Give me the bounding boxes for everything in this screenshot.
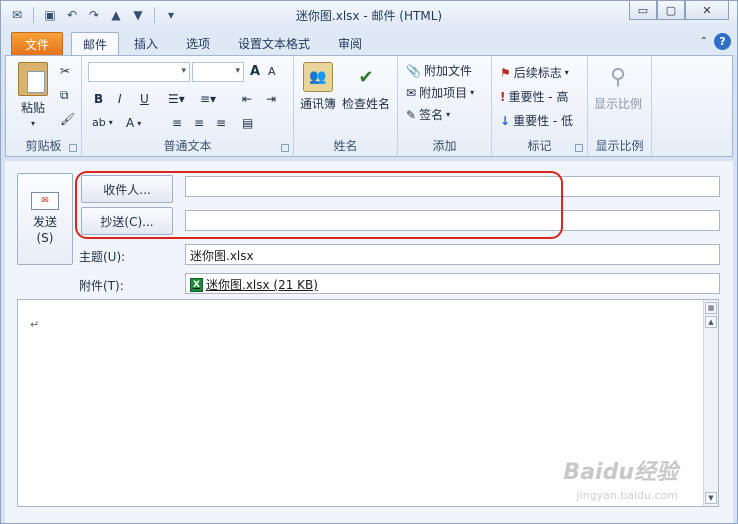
grow-font-button[interactable]: A: [250, 64, 260, 79]
group-tags: ⚑ 后续标志 ▾ ! 重要性 - 高 ↓ 重要性 - 低 标记: [492, 56, 588, 156]
title-bar: ✉ ▣ ↶ ↷ ▲ ▼ ▾ 迷你图.xlsx - 邮件 (HTML) ▭ ▢ ✕: [1, 1, 737, 29]
check-names-icon: ✔: [358, 66, 374, 88]
copy-icon[interactable]: ⧉: [60, 88, 69, 103]
font-color-button[interactable]: A ▾: [126, 116, 141, 130]
font-name-combo[interactable]: ▾: [88, 62, 190, 82]
justify-icon[interactable]: ▤: [242, 116, 253, 130]
highlight-annotation: [75, 171, 563, 239]
scroll-down-icon[interactable]: ▼: [705, 492, 717, 504]
tab-insert[interactable]: 插入: [125, 32, 167, 55]
group-names: 👥 通讯簿 ✔ 检查姓名 姓名: [294, 56, 398, 156]
bullets-icon[interactable]: ☰▾: [168, 92, 185, 106]
attach-file-button[interactable]: 📎 附加文件: [406, 62, 472, 79]
font-size-combo[interactable]: ▾: [192, 62, 244, 82]
clipboard-icon: [18, 62, 48, 96]
magnifier-icon: ⚲: [609, 64, 627, 90]
message-body[interactable]: ↵ ▦ ▲ ▼ Baidu经验 jingyan.baidu.com: [17, 299, 719, 507]
increase-indent-icon[interactable]: ⇥: [266, 92, 276, 106]
close-button[interactable]: ✕: [685, 1, 729, 20]
exclamation-icon: !: [500, 89, 506, 104]
subject-label: 主题(U):: [79, 250, 126, 264]
attachment-field: X 迷你图.xlsx (21 KB): [185, 273, 720, 294]
dialog-launcher-icon[interactable]: [575, 144, 583, 152]
tab-format-text[interactable]: 设置文本格式: [229, 32, 319, 55]
window-title: 迷你图.xlsx - 邮件 (HTML): [295, 9, 443, 23]
group-label-tags: 标记: [527, 139, 552, 153]
group-basic-text: ▾ ▾ A A B I U ☰▾ ≡▾ ⇤ ⇥ ab ▾ A ▾ ≡ ≡ ≡ ▤ 普…: [82, 56, 294, 156]
ribbon-tabs: 文件 邮件 插入 选项 设置文本格式 审阅 ⌃ ?: [1, 29, 737, 55]
shrink-font-button[interactable]: A: [268, 65, 276, 78]
group-label-names: 姓名: [333, 139, 358, 153]
flag-icon: ⚑: [500, 65, 511, 80]
format-painter-icon[interactable]: 🖌: [60, 112, 75, 126]
attachment-item[interactable]: X 迷你图.xlsx (21 KB): [190, 276, 715, 293]
align-right-icon[interactable]: ≡: [216, 116, 226, 130]
group-zoom: ⚲ 显示比例 显示比例: [588, 56, 652, 156]
paragraph-mark: ↵: [30, 318, 40, 331]
send-envelope-icon: ✉: [31, 192, 59, 210]
chevron-down-icon: ▾: [30, 119, 35, 128]
dialog-launcher-icon[interactable]: [69, 144, 77, 152]
group-label-basic-text: 普通文本: [163, 139, 212, 153]
numbering-icon[interactable]: ≡▾: [200, 92, 216, 106]
watermark-url: jingyan.baidu.com: [576, 489, 678, 502]
group-include: 📎 附加文件 ✉ 附加项目 ▾ ✎ 签名 ▾ 添加: [398, 56, 492, 156]
scroll-up-icon[interactable]: ▲: [705, 316, 717, 328]
minimize-button[interactable]: ▭: [629, 1, 657, 20]
bold-button[interactable]: B: [94, 92, 103, 106]
help-icon[interactable]: ?: [714, 33, 731, 50]
send-button[interactable]: ✉ 发送 (S): [17, 173, 73, 265]
decrease-indent-icon[interactable]: ⇤: [242, 92, 252, 106]
high-importance-button[interactable]: ! 重要性 - 高: [500, 88, 568, 105]
ruler-toggle-icon[interactable]: ▦: [705, 302, 717, 314]
align-left-icon[interactable]: ≡: [172, 116, 182, 130]
italic-button[interactable]: I: [118, 92, 122, 106]
highlight-button[interactable]: ab ▾: [92, 116, 113, 129]
signature-icon: ✎: [406, 107, 417, 122]
ribbon: 粘贴 ▾ ✂ ⧉ 🖌 剪贴板 ▾ ▾ A A B I U ☰▾ ≡▾ ⇤ ⇥ a…: [5, 55, 733, 157]
group-label-zoom: 显示比例: [595, 139, 644, 153]
zoom-button[interactable]: ⚲ 显示比例: [594, 62, 642, 112]
down-arrow-icon: ↓: [500, 113, 511, 128]
message-form: ✉ 发送 (S) 收件人... 抄送(C)... 主题(U): 迷你图.xlsx …: [5, 161, 733, 523]
follow-up-button[interactable]: ⚑ 后续标志 ▾: [500, 64, 569, 81]
envelope-icon: ✉: [406, 85, 417, 100]
outlook-window: ✉ ▣ ↶ ↷ ▲ ▼ ▾ 迷你图.xlsx - 邮件 (HTML) ▭ ▢ ✕…: [0, 0, 738, 524]
signature-button[interactable]: ✎ 签名 ▾: [406, 106, 450, 123]
watermark: Baidu经验: [563, 460, 678, 485]
vertical-scrollbar[interactable]: ▦ ▲ ▼: [703, 300, 718, 506]
dialog-launcher-icon[interactable]: [281, 144, 289, 152]
paperclip-icon: 📎: [406, 63, 421, 78]
align-center-icon[interactable]: ≡: [194, 116, 204, 130]
address-book-icon: 👥: [303, 62, 333, 92]
address-book-button[interactable]: 👥 通讯簿: [300, 62, 336, 112]
attachment-label: 附件(T):: [79, 279, 124, 293]
cut-icon[interactable]: ✂: [60, 64, 70, 78]
underline-button[interactable]: U: [140, 92, 149, 106]
check-names-button[interactable]: ✔ 检查姓名: [342, 62, 390, 112]
group-clipboard: 粘贴 ▾ ✂ ⧉ 🖌 剪贴板: [6, 56, 82, 156]
attach-item-button[interactable]: ✉ 附加项目 ▾: [406, 84, 474, 101]
tab-file[interactable]: 文件: [11, 32, 63, 55]
paste-button[interactable]: 粘贴 ▾: [18, 62, 48, 128]
collapse-ribbon-icon[interactable]: ⌃: [700, 36, 708, 47]
window-controls: ▭ ▢ ✕: [629, 1, 729, 20]
group-label-include: 添加: [432, 139, 457, 153]
subject-field[interactable]: 迷你图.xlsx: [185, 244, 720, 265]
low-importance-button[interactable]: ↓ 重要性 - 低: [500, 112, 573, 129]
excel-file-icon: X: [190, 277, 203, 292]
tab-options[interactable]: 选项: [177, 32, 219, 55]
maximize-button[interactable]: ▢: [657, 1, 685, 20]
tab-review[interactable]: 审阅: [329, 32, 371, 55]
tab-message[interactable]: 邮件: [71, 32, 119, 55]
